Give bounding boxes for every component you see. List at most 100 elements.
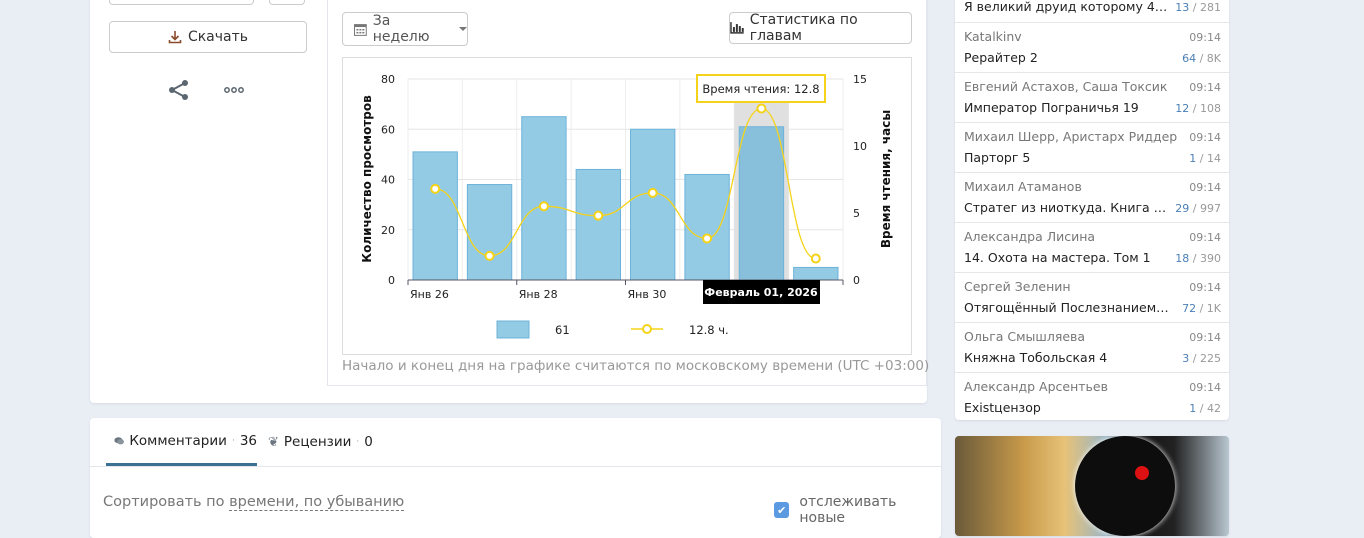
- update-author[interactable]: Сергей Зеленин: [964, 279, 1071, 294]
- top-button-left[interactable]: [109, 0, 254, 5]
- update-title[interactable]: Я великий друид которому 400 ...: [964, 0, 1169, 14]
- update-item[interactable]: Евгений Астахов, Саша Токсик 09:14 Императ…: [955, 72, 1229, 122]
- update-title[interactable]: Стратег из ниоткуда. Книга вто...: [964, 200, 1169, 215]
- y2-axis-title: Время чтения, часы: [879, 110, 893, 248]
- legend-line-marker: [642, 324, 652, 334]
- y-axis-title: Количество просмотров: [360, 95, 374, 263]
- bar: [630, 128, 676, 281]
- track-new-checkbox[interactable]: ✔ отслеживать новые: [774, 494, 941, 526]
- update-counts: 29 / 997: [1175, 202, 1221, 215]
- book-cover-ad[interactable]: [955, 436, 1229, 536]
- bar: [738, 126, 785, 281]
- tab-reviews[interactable]: ❦ Рецензии · 0: [268, 418, 373, 466]
- update-time: 09:14: [1189, 381, 1221, 394]
- y-tick-label: 0: [388, 274, 395, 287]
- update-author[interactable]: Александра Лисина: [964, 229, 1095, 244]
- x-tick-label: Янв 28: [519, 288, 558, 301]
- update-counts: 1 / 42: [1189, 402, 1221, 415]
- update-item[interactable]: Katalkinv 09:14 Рерайтер 2 64 / 8K: [955, 22, 1229, 72]
- legend-bar-swatch: [496, 320, 530, 339]
- quill-icon: ❦: [268, 434, 279, 450]
- comments-section: Комментарии · 36 ❦ Рецензии · 0 Сортиров…: [90, 418, 941, 538]
- y-tick-label: 40: [381, 174, 395, 187]
- bar: [793, 266, 839, 281]
- calendar-icon: [354, 23, 367, 36]
- update-counts: 3 / 225: [1182, 352, 1221, 365]
- chapter-stats-button[interactable]: Статистика по главам: [729, 12, 912, 44]
- update-time: 09:14: [1189, 131, 1221, 144]
- update-title[interactable]: Отягощённый Послезнанием (Х...: [964, 300, 1169, 315]
- update-item[interactable]: Михаил Шерр, Аристарх Риддер 09:14 Парторг…: [955, 122, 1229, 172]
- y-tick-label: 20: [381, 224, 395, 237]
- update-counts: 64 / 8K: [1182, 52, 1221, 65]
- update-counts: 13 / 281: [1175, 1, 1221, 14]
- update-counts: 12 / 108: [1175, 102, 1221, 115]
- update-author[interactable]: Ольга Смышляева: [964, 329, 1085, 344]
- period-select[interactable]: За неделю: [342, 12, 468, 46]
- comments-count: 36: [239, 432, 257, 449]
- more-icon[interactable]: [224, 86, 244, 94]
- update-author[interactable]: Александр Арсентьев: [964, 379, 1108, 394]
- period-label: За неделю: [372, 13, 430, 45]
- tab-comments-label: Комментарии: [129, 432, 227, 449]
- update-time: 09:14: [1189, 81, 1221, 94]
- download-label: Скачать: [187, 29, 249, 45]
- update-title[interactable]: Княжна Тобольская 4: [964, 350, 1107, 365]
- update-item[interactable]: Сергей Зеленин 09:14 Отягощённый Послезнан…: [955, 272, 1229, 322]
- reading-time-point: [538, 201, 549, 212]
- update-counts: 18 / 390: [1175, 252, 1221, 265]
- update-counts: 72 / 1K: [1182, 302, 1221, 315]
- update-title[interactable]: Император Пограничья 19: [964, 100, 1139, 115]
- reading-time-point: [756, 103, 767, 114]
- reading-time-point: [810, 253, 821, 264]
- download-icon: [168, 31, 182, 44]
- reading-stats-chart: 0 20 40 60 80 0 5 10 15 Янв 26 Янв 28 Янв 30 Количес…: [342, 57, 912, 355]
- bar: [684, 173, 730, 281]
- update-author[interactable]: Михаил Шерр, Аристарх Риддер: [964, 129, 1177, 144]
- y-tick-label: 80: [381, 73, 395, 86]
- update-item[interactable]: Я великий друид которому 400 ... 13 / 281: [955, 0, 1229, 22]
- x-tick-label: Янв 30: [628, 288, 667, 301]
- update-item[interactable]: Александра Лисина 09:14 14. Охота на масте…: [955, 222, 1229, 272]
- update-time: 09:14: [1189, 281, 1221, 294]
- y2-tick-label: 10: [853, 140, 867, 153]
- update-title[interactable]: 14. Охота на мастера. Том 1: [964, 250, 1151, 265]
- update-counts: 1 / 14: [1189, 152, 1221, 165]
- date-tooltip-text: Февраль 01, 2026: [704, 286, 818, 299]
- download-button[interactable]: Скачать: [109, 21, 307, 53]
- update-author[interactable]: Михаил Атаманов: [964, 179, 1082, 194]
- update-title[interactable]: Парторг 5: [964, 150, 1030, 165]
- tabs-divider: [90, 466, 941, 467]
- update-time: 09:14: [1189, 181, 1221, 194]
- update-item[interactable]: Ольга Смышляева 09:14 Княжна Тобольская 4 3…: [955, 322, 1229, 372]
- tab-comments[interactable]: Комментарии · 36: [106, 418, 257, 466]
- recent-updates-list: Я великий друид которому 400 ... 13 / 281…: [955, 0, 1229, 420]
- y2-tick-label: 5: [853, 207, 860, 220]
- update-item[interactable]: Александр Арсентьев 09:14 Existцензор 1 / 4…: [955, 372, 1229, 422]
- comments-icon: [114, 436, 124, 444]
- sort-link[interactable]: времени, по убыванию: [229, 494, 405, 511]
- reading-time-point: [593, 210, 604, 221]
- caret-down-icon: [459, 27, 467, 31]
- top-button-right[interactable]: [269, 0, 305, 5]
- x-tick-label: Янв 26: [410, 288, 449, 301]
- update-title[interactable]: Existцензор: [964, 400, 1041, 415]
- y-tick-label: 60: [381, 123, 395, 136]
- bar-chart-icon: [730, 22, 744, 34]
- checkbox-checked-icon[interactable]: ✔: [774, 502, 790, 518]
- legend-bar-value: 61: [555, 323, 570, 337]
- share-icon[interactable]: [168, 79, 190, 101]
- chapter-stats-label: Статистика по главам: [749, 12, 858, 44]
- bar: [412, 151, 458, 281]
- tab-reviews-label: Рецензии: [283, 434, 352, 450]
- update-author[interactable]: Евгений Астахов, Саша Токсик: [964, 79, 1167, 94]
- y2-tick-label: 0: [853, 274, 860, 287]
- reading-time-point: [647, 187, 658, 198]
- update-title[interactable]: Рерайтер 2: [964, 50, 1038, 65]
- update-author[interactable]: Katalkinv: [964, 29, 1022, 44]
- update-item[interactable]: Михаил Атаманов 09:14 Стратег из ниоткуда.…: [955, 172, 1229, 222]
- bar: [521, 116, 567, 281]
- reading-time-point: [702, 233, 713, 244]
- tooltip-text: Время чтения: 12.8: [702, 82, 819, 96]
- bar: [575, 168, 621, 281]
